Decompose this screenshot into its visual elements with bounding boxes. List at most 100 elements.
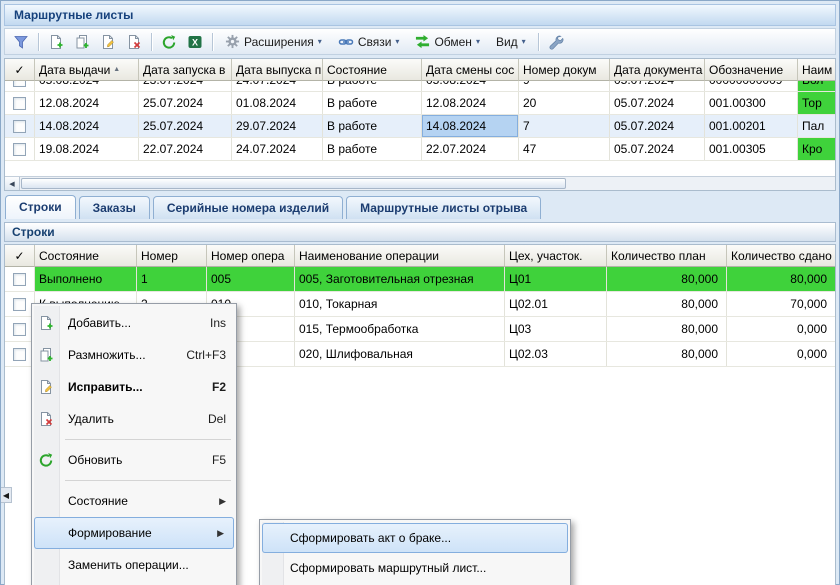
row-checkbox[interactable] <box>13 97 26 110</box>
selected-cell[interactable]: 14.08.2024 <box>422 115 519 137</box>
column-header-number[interactable]: Номер <box>137 245 207 267</box>
cell[interactable]: 05.07.2024 <box>610 115 705 137</box>
cell[interactable]: 80,000 <box>607 267 727 291</box>
cell[interactable]: 0,000 <box>727 317 835 341</box>
table-row[interactable]: 12.08.2024 25.07.2024 01.08.2024 В работ… <box>5 92 835 115</box>
column-header-state[interactable]: Состояние <box>323 59 422 81</box>
cell[interactable]: 005, Заготовительная отрезная <box>295 267 505 291</box>
cell[interactable]: 001.00300 <box>705 92 798 114</box>
filter-button[interactable] <box>9 31 33 53</box>
tab-orders[interactable]: Заказы <box>79 196 150 219</box>
links-menu-button[interactable]: Связи ▾ <box>331 31 407 53</box>
tab-serial-numbers[interactable]: Серийные номера изделий <box>153 196 343 219</box>
cell[interactable]: В работе <box>323 115 422 137</box>
cell[interactable]: В работе <box>323 138 422 160</box>
cell[interactable]: Кро <box>798 138 835 160</box>
cell[interactable]: 14.08.2024 <box>35 115 139 137</box>
cell[interactable]: 80,000 <box>607 317 727 341</box>
collapse-panel-button[interactable]: ◀ <box>1 487 12 503</box>
submenu-item-generate-route-sheet[interactable]: Сформировать маршрутный лист... <box>260 553 570 583</box>
edit-button[interactable] <box>96 31 120 53</box>
column-header-release-date[interactable]: Дата выпуска п <box>232 59 323 81</box>
column-header-qty-plan[interactable]: Количество план <box>607 245 727 267</box>
cell[interactable]: В работе <box>323 81 422 91</box>
column-header-op-state[interactable]: Состояние <box>35 245 137 267</box>
scrollbar-thumb[interactable] <box>21 178 566 189</box>
cell[interactable]: 20 <box>519 92 610 114</box>
row-checkbox[interactable] <box>13 120 26 133</box>
column-header-state-change-date[interactable]: Дата смены сос <box>422 59 519 81</box>
cell[interactable]: 05.07.2024 <box>610 138 705 160</box>
tab-detachment-route-sheets[interactable]: Маршрутные листы отрыва <box>346 196 541 219</box>
cell[interactable]: 1 <box>137 267 207 291</box>
cell[interactable]: 22.07.2024 <box>422 138 519 160</box>
cell[interactable]: 010, Токарная <box>295 292 505 316</box>
cell[interactable]: 29.07.2024 <box>232 115 323 137</box>
menu-item-duplicate[interactable]: Размножить... Ctrl+F3 <box>32 339 236 371</box>
cell[interactable]: 19.08.2024 <box>35 138 139 160</box>
cell[interactable]: Пал <box>798 115 835 137</box>
exchange-menu-button[interactable]: Обмен ▾ <box>408 31 487 53</box>
cell[interactable]: 23.07.2024 <box>139 81 232 91</box>
cell[interactable]: 05.07.2024 <box>610 92 705 114</box>
menu-item-generation[interactable]: Формирование ▶ <box>34 517 234 549</box>
cell[interactable]: 24.07.2024 <box>232 138 323 160</box>
cell[interactable]: 9 <box>519 81 610 91</box>
cell[interactable]: 22.07.2024 <box>139 138 232 160</box>
menu-item-add[interactable]: Добавить... Ins <box>32 307 236 339</box>
cell[interactable]: 12.08.2024 <box>422 92 519 114</box>
cell[interactable]: 020, Шлифовальная <box>295 342 505 366</box>
table-row[interactable]: 05.08.2024 23.07.2024 24.07.2024 В работ… <box>5 81 835 92</box>
submenu-item-generate-defect-act[interactable]: Сформировать акт о браке... <box>262 523 568 553</box>
select-all-header[interactable]: ✓ <box>5 245 35 267</box>
table-row-done[interactable]: Выполнено 1 005 005, Заготовительная отр… <box>5 267 835 292</box>
cell[interactable]: Вол <box>798 81 835 91</box>
refresh-button[interactable] <box>157 31 181 53</box>
cell[interactable]: 70,000 <box>727 292 835 316</box>
cell[interactable]: 47 <box>519 138 610 160</box>
cell[interactable]: 12.08.2024 <box>35 92 139 114</box>
row-checkbox[interactable] <box>13 348 26 361</box>
cell[interactable]: 005 <box>207 267 295 291</box>
menu-item-delete[interactable]: Удалить Del <box>32 403 236 435</box>
column-header-qty-done[interactable]: Количество сдано <box>727 245 835 267</box>
row-checkbox[interactable] <box>13 273 26 286</box>
extensions-menu-button[interactable]: Расширения ▾ <box>218 31 329 53</box>
view-menu-button[interactable]: Вид ▾ <box>489 31 533 53</box>
column-header-doc-date[interactable]: Дата документа <box>610 59 705 81</box>
menu-item-state[interactable]: Состояние ▶ <box>32 485 236 517</box>
row-checkbox[interactable] <box>13 323 26 336</box>
cell[interactable]: 80,000 <box>727 267 835 291</box>
cell[interactable]: 05.07.2024 <box>610 81 705 91</box>
horizontal-scrollbar[interactable]: ◀ <box>5 176 835 190</box>
cell[interactable]: В работе <box>323 92 422 114</box>
cell[interactable]: Ц02.03 <box>505 342 607 366</box>
cell[interactable]: 7 <box>519 115 610 137</box>
cell[interactable]: 24.07.2024 <box>232 81 323 91</box>
copy-button[interactable] <box>70 31 94 53</box>
cell[interactable]: Тор <box>798 92 835 114</box>
cell[interactable]: Ц02.01 <box>505 292 607 316</box>
cell[interactable]: Ц01 <box>505 267 607 291</box>
cell[interactable]: 05.08.2024 <box>35 81 139 91</box>
cell[interactable]: 001.00201 <box>705 115 798 137</box>
cell[interactable]: 25.07.2024 <box>139 92 232 114</box>
cell[interactable]: Ц03 <box>505 317 607 341</box>
cell[interactable]: 80,000 <box>607 342 727 366</box>
delete-button[interactable] <box>122 31 146 53</box>
settings-wrench-button[interactable] <box>544 31 568 53</box>
select-all-header[interactable]: ✓ <box>5 59 35 81</box>
excel-button[interactable]: X <box>183 31 207 53</box>
cell[interactable]: 01.08.2024 <box>232 92 323 114</box>
column-header-name[interactable]: Наим <box>798 59 835 81</box>
row-checkbox[interactable] <box>13 81 26 87</box>
scroll-left-button[interactable]: ◀ <box>5 177 20 190</box>
menu-item-refresh[interactable]: Обновить F5 <box>32 444 236 476</box>
cell[interactable]: 00000000009 <box>705 81 798 91</box>
column-header-op-number[interactable]: Номер опера <box>207 245 295 267</box>
row-checkbox[interactable] <box>13 298 26 311</box>
cell[interactable]: Выполнено <box>35 267 137 291</box>
column-header-designation[interactable]: Обозначение <box>705 59 798 81</box>
cell[interactable]: 0,000 <box>727 342 835 366</box>
column-header-issue-date[interactable]: Дата выдачи▲ <box>35 59 139 81</box>
